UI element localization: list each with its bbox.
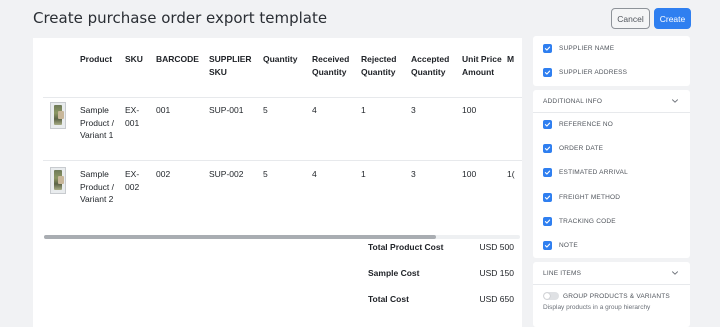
preview-card: Product SKU BARCODE SUPPLIER SKU Quantit… xyxy=(33,38,522,327)
checkbox-checked-icon[interactable] xyxy=(543,193,552,202)
cell-rejected-quantity: 1 xyxy=(361,105,366,115)
cell-sku: EX-002 xyxy=(125,169,140,192)
cell-barcode: 002 xyxy=(156,169,171,179)
product-thumbnail xyxy=(50,102,66,129)
cell-quantity: 5 xyxy=(263,169,268,179)
cell-barcode: 001 xyxy=(156,105,171,115)
summary-label-total-cost: Total Cost xyxy=(368,294,409,304)
create-button[interactable]: Create xyxy=(654,8,691,29)
option-label: ESTIMATED ARRIVAL xyxy=(559,169,628,176)
chevron-down-icon[interactable] xyxy=(670,268,680,278)
line-items-card: LINE ITEMS GROUP PRODUCTS & VARIANTS Dis… xyxy=(533,262,690,327)
cell-product: Sample Product / Variant 1 xyxy=(80,105,115,140)
column-header-quantity: Quantity xyxy=(263,54,298,64)
cell-rejected-quantity: 1 xyxy=(361,169,366,179)
group-products-toggle[interactable] xyxy=(543,292,559,300)
checkbox-checked-icon[interactable] xyxy=(543,120,552,129)
supplier-name-option[interactable]: SUPPLIER NAME xyxy=(543,44,614,53)
summary-label-sample-cost: Sample Cost xyxy=(368,268,420,278)
cell-product: Sample Product / Variant 2 xyxy=(80,169,115,204)
column-header-product: Product xyxy=(80,54,113,64)
option-label: ORDER DATE xyxy=(559,145,604,152)
chevron-down-icon[interactable] xyxy=(670,96,680,106)
cell-accepted-quantity: 3 xyxy=(411,169,416,179)
supplier-fields-card: SUPPLIER NAME SUPPLIER ADDRESS xyxy=(533,36,690,86)
tracking-code-option[interactable]: TRACKING CODE xyxy=(543,217,616,226)
cell-supplier-sku: SUP-002 xyxy=(209,169,244,179)
cell-quantity: 5 xyxy=(263,105,268,115)
estimated-arrival-option[interactable]: ESTIMATED ARRIVAL xyxy=(543,168,628,177)
order-date-option[interactable]: ORDER DATE xyxy=(543,144,603,153)
reference-no-option[interactable]: REFERENCE NO xyxy=(543,120,613,129)
column-header-accepted-quantity: Accepted Quantity xyxy=(411,54,450,77)
line-items-table: Product SKU BARCODE SUPPLIER SKU Quantit… xyxy=(33,38,522,238)
toggle-help-text: Display products in a group hierarchy xyxy=(543,304,651,311)
summary-value-total-cost: USD 650 xyxy=(479,294,515,304)
cell-unit-price: 100 xyxy=(462,169,477,179)
line-items-title: LINE ITEMS xyxy=(543,270,582,277)
checkbox-checked-icon[interactable] xyxy=(543,217,552,226)
cell-sku: EX-001 xyxy=(125,105,140,128)
option-label: TRACKING CODE xyxy=(559,218,616,225)
column-header-rejected-quantity: Rejected Quantity xyxy=(361,54,397,77)
page-title: Create purchase order export template xyxy=(33,9,328,27)
note-option[interactable]: NOTE xyxy=(543,241,578,250)
column-header-received-quantity: Received Quantity xyxy=(312,54,350,77)
horizontal-scrollbar-thumb[interactable] xyxy=(44,235,436,239)
checkbox-checked-icon[interactable] xyxy=(543,168,552,177)
freight-method-option[interactable]: FREIGHT METHOD xyxy=(543,193,620,202)
checkbox-checked-icon[interactable] xyxy=(543,68,552,77)
section-divider xyxy=(533,284,690,285)
checkbox-checked-icon[interactable] xyxy=(543,144,552,153)
column-header-supplier-sku: SUPPLIER SKU xyxy=(209,54,252,77)
option-label: NOTE xyxy=(559,242,578,249)
toggle-label: GROUP PRODUCTS & VARIANTS xyxy=(563,292,670,300)
group-products-toggle-row[interactable]: GROUP PRODUCTS & VARIANTS xyxy=(543,292,670,300)
cell-received-quantity: 4 xyxy=(312,169,317,179)
cell-unit-price: 100 xyxy=(462,105,477,115)
checkbox-checked-icon[interactable] xyxy=(543,44,552,53)
cell-received-quantity: 4 xyxy=(312,105,317,115)
summary-value-sample-cost: USD 150 xyxy=(479,268,515,278)
column-header-truncated: M xyxy=(507,54,515,64)
cell-accepted-quantity: 3 xyxy=(411,105,416,115)
additional-info-card: ADDITIONAL INFO REFERENCE NO ORDER DATE … xyxy=(533,90,690,258)
option-label: FREIGHT METHOD xyxy=(559,194,621,201)
cell-truncated: 1( xyxy=(507,169,515,179)
product-thumbnail xyxy=(50,167,66,194)
option-label: REFERENCE NO xyxy=(559,121,614,128)
cell-supplier-sku: SUP-001 xyxy=(209,105,244,115)
section-divider xyxy=(533,112,690,113)
option-label: SUPPLIER ADDRESS xyxy=(559,69,628,76)
row-divider xyxy=(43,160,522,161)
column-header-sku: SKU xyxy=(125,54,143,64)
column-header-barcode: BARCODE xyxy=(156,54,199,64)
supplier-address-option[interactable]: SUPPLIER ADDRESS xyxy=(543,68,627,77)
summary-label-total-product-cost: Total Product Cost xyxy=(368,242,444,252)
checkbox-checked-icon[interactable] xyxy=(543,241,552,250)
cancel-button[interactable]: Cancel xyxy=(611,8,650,29)
summary-value-total-product-cost: USD 500 xyxy=(479,242,515,252)
row-divider xyxy=(43,97,522,98)
column-header-unit-price-amount: Unit Price Amount xyxy=(462,54,502,77)
option-label: SUPPLIER NAME xyxy=(559,45,615,52)
additional-info-title: ADDITIONAL INFO xyxy=(543,98,603,105)
